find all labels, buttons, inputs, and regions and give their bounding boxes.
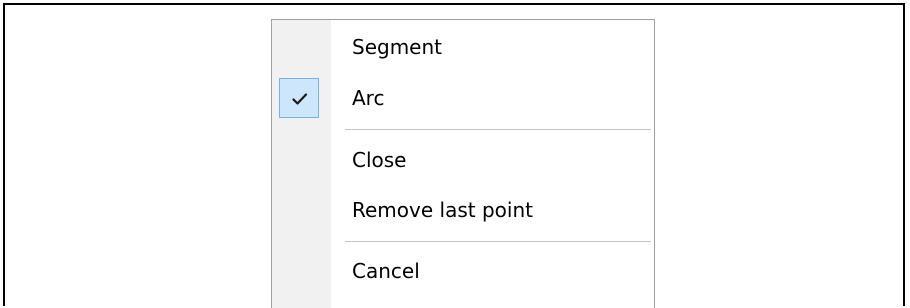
menu-item-cancel[interactable]: Cancel: [272, 248, 654, 294]
menu-item-label: Cancel: [352, 259, 420, 283]
menu-item-arc[interactable]: Arc: [272, 75, 654, 121]
menu-item-label: Close: [352, 148, 407, 172]
menu-item-label: Remove last point: [352, 198, 533, 222]
menu-item-remove-last-point[interactable]: Remove last point: [272, 187, 654, 233]
menu-item-label: Arc: [352, 86, 385, 110]
checkmark-icon: [292, 93, 308, 105]
checked-state-highlight: [279, 78, 319, 118]
menu-item-close[interactable]: Close: [272, 137, 654, 183]
menu-separator: [345, 129, 651, 131]
context-menu: Segment Arc Close Remove last point Canc…: [271, 19, 655, 308]
menu-item-segment[interactable]: Segment: [272, 24, 654, 70]
menu-separator: [345, 241, 651, 243]
menu-item-label: Segment: [352, 35, 442, 59]
